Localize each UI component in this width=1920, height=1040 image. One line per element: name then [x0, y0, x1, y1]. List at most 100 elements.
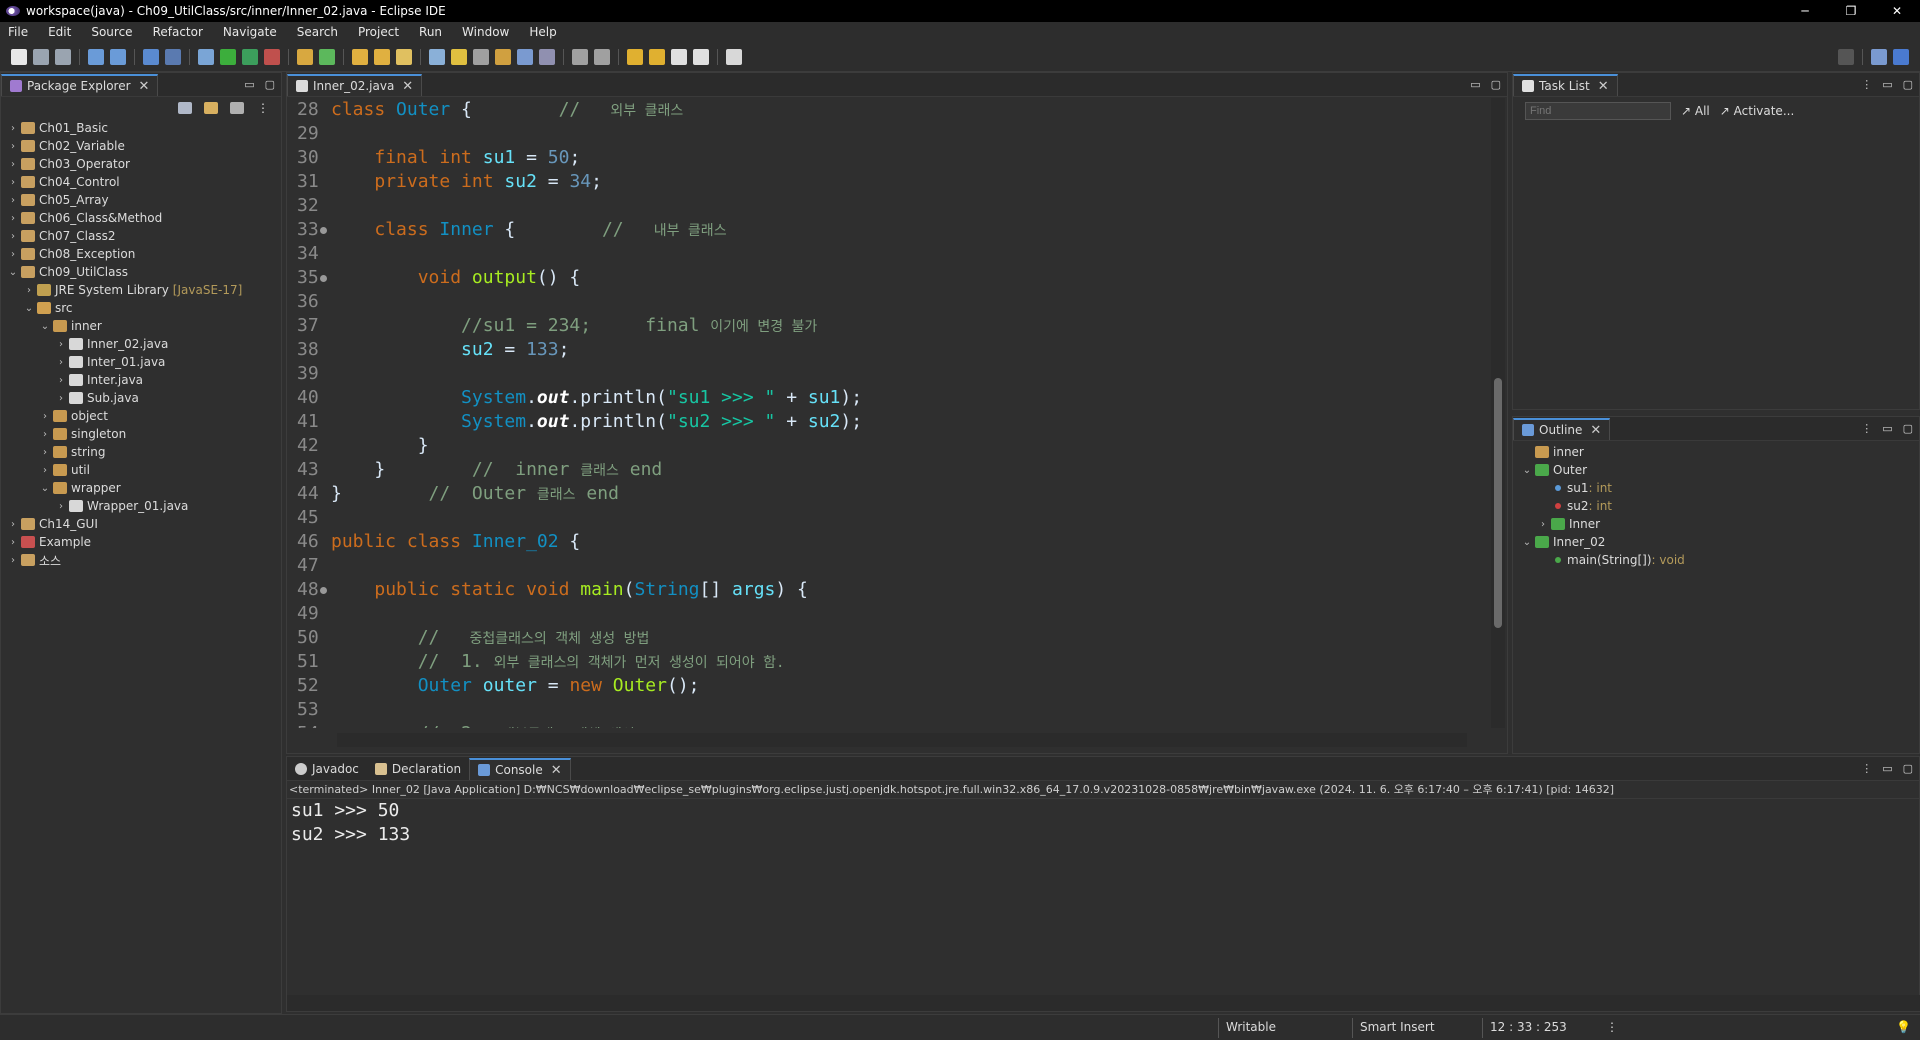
tree-item[interactable]: › Ch03_Operator: [1, 155, 281, 173]
minimize-icon[interactable]: ▭: [1882, 422, 1892, 435]
menu-help[interactable]: Help: [529, 25, 556, 39]
code-editor[interactable]: 28 class Outer { // 외부 클래스 29 30 final int …: [287, 98, 1483, 728]
tree-item[interactable]: › util: [1, 461, 281, 479]
chevron-right-icon[interactable]: ›: [7, 159, 19, 170]
collapse-all-icon[interactable]: [178, 102, 192, 114]
chevron-down-icon[interactable]: ⌄: [1521, 537, 1533, 548]
tip-icon[interactable]: 💡: [1896, 1020, 1911, 1034]
all-link[interactable]: ↗ All: [1681, 104, 1710, 118]
chevron-right-icon[interactable]: ›: [39, 447, 51, 458]
tree-item[interactable]: › 소스: [1, 551, 281, 569]
pilcrow-icon[interactable]: [539, 48, 555, 65]
chevron-down-icon[interactable]: ⌄: [1521, 465, 1533, 476]
task-find-input[interactable]: [1525, 102, 1671, 120]
chevron-right-icon[interactable]: ›: [7, 123, 19, 134]
minimize-button[interactable]: ─: [1782, 0, 1828, 22]
horizontal-scrollbar[interactable]: [337, 733, 1467, 747]
close-icon[interactable]: ✕: [1598, 79, 1609, 94]
tree-item[interactable]: › Wrapper_01.java: [1, 497, 281, 515]
previous-annotation-icon[interactable]: [594, 48, 610, 65]
chevron-right-icon[interactable]: ›: [39, 465, 51, 476]
new-class-icon[interactable]: [319, 48, 335, 65]
chevron-right-icon[interactable]: ›: [23, 285, 35, 296]
chevron-down-icon[interactable]: ⌄: [39, 321, 51, 332]
chevron-right-icon[interactable]: ›: [7, 537, 19, 548]
tab-outline[interactable]: Outline ✕: [1513, 418, 1611, 440]
tree-item[interactable]: › Example: [1, 533, 281, 551]
tree-item[interactable]: › Ch04_Control: [1, 173, 281, 191]
close-window-button[interactable]: ✕: [1874, 0, 1920, 22]
forward-icon[interactable]: [693, 48, 709, 65]
tab-package-explorer[interactable]: Package Explorer ✕: [1, 74, 159, 96]
show-whitespace-icon[interactable]: [517, 48, 533, 65]
minimize-icon[interactable]: ▭: [1470, 78, 1480, 91]
maximize-icon[interactable]: ▢: [1903, 78, 1913, 91]
java-perspective-icon[interactable]: [1893, 49, 1909, 65]
menu-search[interactable]: Search: [297, 25, 338, 39]
chevron-right-icon[interactable]: ›: [7, 555, 19, 566]
new-icon[interactable]: [11, 48, 27, 65]
tree-item[interactable]: › JRE System Library [JavaSE-17]: [1, 281, 281, 299]
tree-item[interactable]: › string: [1, 443, 281, 461]
close-icon[interactable]: ✕: [139, 79, 150, 94]
menu-source[interactable]: Source: [91, 25, 132, 39]
word-wrap-icon[interactable]: [495, 48, 511, 65]
chevron-right-icon[interactable]: ›: [55, 393, 67, 404]
maximize-icon[interactable]: ▢: [265, 78, 275, 91]
chevron-right-icon[interactable]: ›: [39, 429, 51, 440]
chevron-right-icon[interactable]: ›: [55, 339, 67, 350]
code-line[interactable]: 42 }: [287, 434, 1483, 458]
code-line[interactable]: 35 void output() {: [287, 266, 1483, 290]
code-line[interactable]: 31 private int su2 = 34;: [287, 170, 1483, 194]
chevron-right-icon[interactable]: ›: [55, 501, 67, 512]
edit-icon[interactable]: [451, 48, 467, 65]
tree-item[interactable]: ⌄ Inner_02: [1513, 533, 1919, 551]
code-line[interactable]: 28 class Outer { // 외부 클래스: [287, 98, 1483, 122]
tree-item[interactable]: › singleton: [1, 425, 281, 443]
maximize-icon[interactable]: ▢: [1491, 78, 1501, 91]
forward-history-icon[interactable]: [649, 48, 665, 65]
undo-icon[interactable]: [88, 48, 104, 65]
scrollbar-thumb[interactable]: [1494, 378, 1502, 628]
code-line[interactable]: 49: [287, 602, 1483, 626]
menu-edit[interactable]: Edit: [48, 25, 71, 39]
chevron-right-icon[interactable]: ›: [55, 357, 67, 368]
tree-item[interactable]: › Inner: [1513, 515, 1919, 533]
tree-item[interactable]: inner: [1513, 443, 1919, 461]
save-all-icon[interactable]: [55, 48, 71, 65]
chevron-down-icon[interactable]: ⌄: [39, 483, 51, 494]
close-icon[interactable]: ✕: [1590, 423, 1601, 438]
minimize-icon[interactable]: ▭: [1882, 78, 1892, 91]
insert-mode-status[interactable]: Smart Insert: [1360, 1020, 1435, 1034]
tree-item[interactable]: su1 : int: [1513, 479, 1919, 497]
code-line[interactable]: 40 System.out.println("su1 >>> " + su1);: [287, 386, 1483, 410]
tree-item[interactable]: ⌄ Outer: [1513, 461, 1919, 479]
fold-marker-icon[interactable]: [320, 275, 327, 282]
tree-item[interactable]: › Ch05_Array: [1, 191, 281, 209]
next-annotation-icon[interactable]: [572, 48, 588, 65]
code-line[interactable]: 38 su2 = 133;: [287, 338, 1483, 362]
chevron-right-icon[interactable]: ›: [39, 411, 51, 422]
tree-item[interactable]: ⌄ wrapper: [1, 479, 281, 497]
close-icon[interactable]: ✕: [402, 79, 413, 94]
code-line[interactable]: 47: [287, 554, 1483, 578]
tab-declaration[interactable]: Declaration: [367, 758, 469, 780]
filter-icon[interactable]: [230, 102, 244, 114]
code-line[interactable]: 34: [287, 242, 1483, 266]
view-menu-icon[interactable]: ⋮: [256, 102, 270, 114]
code-line[interactable]: 41 System.out.println("su2 >>> " + su2);: [287, 410, 1483, 434]
view-menu-icon[interactable]: ⋮: [1861, 422, 1872, 435]
terminal-icon[interactable]: [143, 48, 159, 65]
skip-breakpoints-icon[interactable]: [165, 48, 181, 65]
back-icon[interactable]: [671, 48, 687, 65]
view-menu-icon[interactable]: ⋮: [1861, 762, 1872, 775]
redo-icon[interactable]: [110, 48, 126, 65]
code-line[interactable]: 52 Outer outer = new Outer();: [287, 674, 1483, 698]
menu-navigate[interactable]: Navigate: [223, 25, 277, 39]
tree-item[interactable]: › Ch08_Exception: [1, 245, 281, 263]
tree-item[interactable]: ⌄ Ch09_UtilClass: [1, 263, 281, 281]
menu-refactor[interactable]: Refactor: [153, 25, 203, 39]
code-line[interactable]: 32: [287, 194, 1483, 218]
status-menu-icon[interactable]: ⋮: [1606, 1020, 1618, 1034]
code-line[interactable]: 51 // 1. 외부 클래스의 객체가 먼저 생성이 되어야 함.: [287, 650, 1483, 674]
